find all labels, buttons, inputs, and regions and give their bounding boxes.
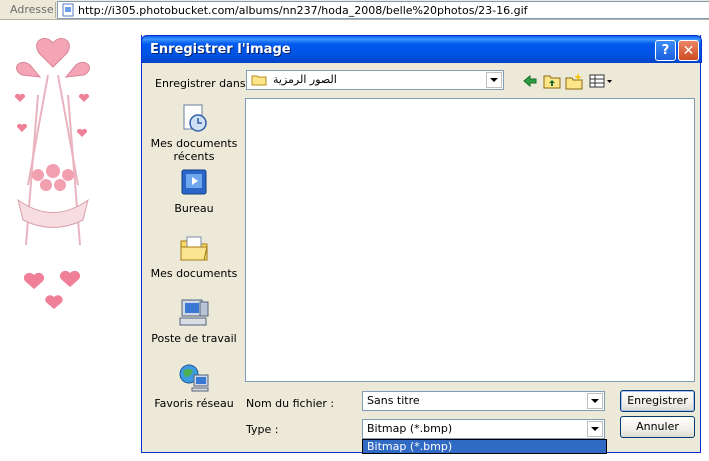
dialog-titlebar[interactable]: Enregistrer l'image ? ✕ <box>141 35 702 63</box>
chevron-down-icon[interactable] <box>486 72 502 88</box>
type-value: Bitmap (*.bmp) <box>367 422 453 435</box>
my-documents-icon <box>180 236 208 261</box>
chevron-down-icon[interactable] <box>587 421 603 437</box>
type-label: Type : <box>246 423 279 436</box>
close-icon[interactable]: ✕ <box>678 40 699 61</box>
help-icon[interactable]: ? <box>655 40 676 61</box>
save-in-label: Enregistrer dans : <box>155 77 253 90</box>
address-separator <box>55 2 56 18</box>
save-image-dialog: Enregistrer l'image ? ✕ Enregistrer dans… <box>141 35 702 454</box>
new-folder-icon[interactable] <box>564 72 584 90</box>
file-list[interactable] <box>245 98 695 382</box>
desktop-icon <box>181 169 207 195</box>
place-recent-documents[interactable]: Mes documents récents <box>148 103 240 163</box>
save-in-dropdown[interactable]: الصور الرمزية <box>246 70 504 90</box>
place-label: Bureau <box>174 202 214 215</box>
page-icon <box>62 3 74 17</box>
save-button[interactable]: Enregistrer <box>620 390 695 412</box>
filename-label: Nom du fichier : <box>246 397 335 410</box>
address-label: Adresse <box>10 3 54 16</box>
hearts-decoration-image <box>14 38 90 309</box>
view-menu-icon[interactable] <box>588 72 614 90</box>
folder-icon <box>251 75 267 86</box>
back-arrow-icon[interactable] <box>520 72 540 90</box>
up-folder-icon[interactable] <box>542 72 562 90</box>
network-places-icon <box>179 364 209 392</box>
filename-input[interactable]: Sans titre <box>362 391 605 411</box>
place-network[interactable]: Favoris réseau <box>148 363 240 410</box>
filename-value: Sans titre <box>367 394 420 407</box>
chevron-down-icon[interactable] <box>587 393 603 409</box>
dialog-title: Enregistrer l'image <box>150 42 291 57</box>
save-in-value: الصور الرمزية <box>273 73 337 86</box>
type-dropdown-option[interactable]: Bitmap (*.bmp) <box>362 439 607 454</box>
my-computer-icon <box>179 299 209 326</box>
place-label: Mes documents <box>150 267 238 280</box>
place-label: Favoris réseau <box>154 397 234 410</box>
place-label: Poste de travail <box>151 332 237 345</box>
place-my-documents[interactable]: Mes documents <box>148 233 240 280</box>
place-label: Mes documents récents <box>150 137 238 163</box>
place-desktop[interactable]: Bureau <box>148 168 240 215</box>
recent-documents-icon <box>183 104 207 132</box>
address-url: http://i305.photobucket.com/albums/nn237… <box>78 4 528 17</box>
address-input[interactable]: http://i305.photobucket.com/albums/nn237… <box>57 1 709 19</box>
file-type-dropdown[interactable]: Bitmap (*.bmp) <box>362 419 605 439</box>
cancel-button[interactable]: Annuler <box>620 416 695 438</box>
place-my-computer[interactable]: Poste de travail <box>148 298 240 345</box>
address-bar: Adresse http://i305.photobucket.com/albu… <box>0 0 709 20</box>
